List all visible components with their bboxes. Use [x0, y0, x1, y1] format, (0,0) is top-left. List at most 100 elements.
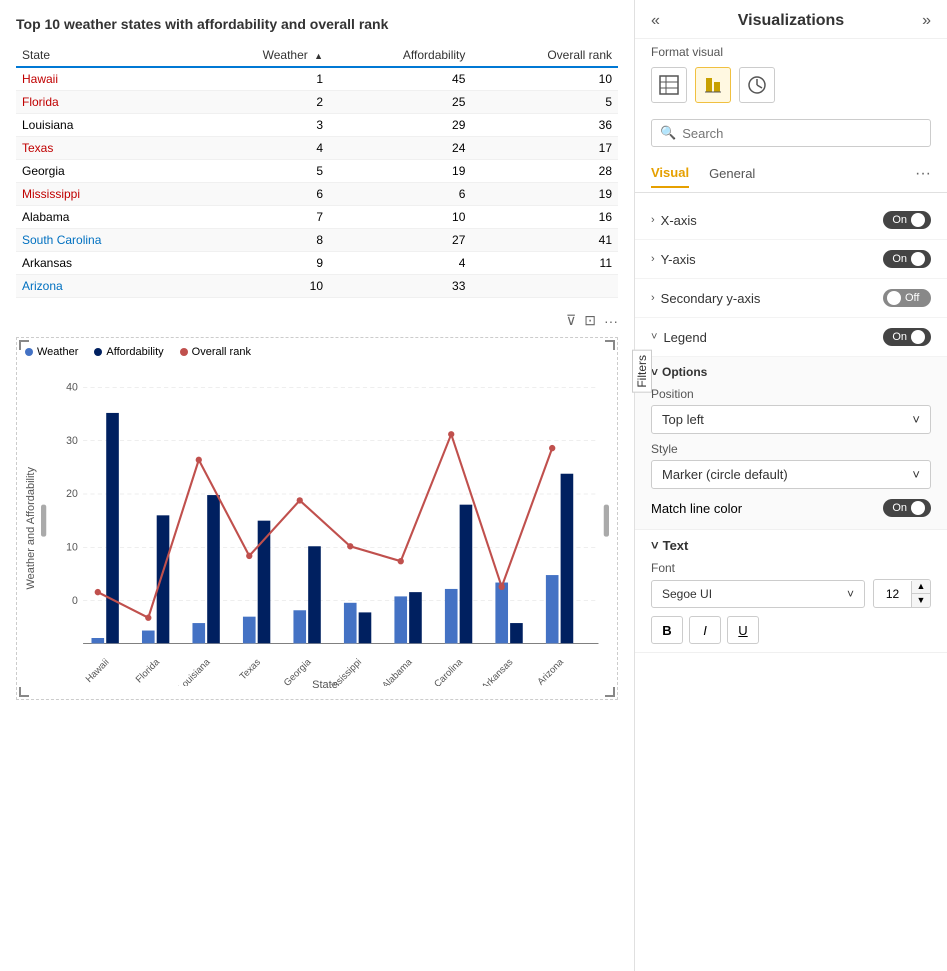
viz-icon-table[interactable] — [651, 67, 687, 103]
font-row: Segoe UI ˅ 12 ▲ ▼ — [651, 579, 931, 608]
legend-chevron: ˅ — [651, 331, 657, 343]
affordability-cell: 6 — [329, 183, 471, 206]
resize-handle-bl[interactable] — [19, 687, 29, 697]
left-panel: Top 10 weather states with affordability… — [0, 0, 635, 971]
legend-sub-section: ˅ Options Position Top left ˅ Style Mark… — [635, 357, 947, 530]
weather-cell: 3 — [191, 114, 329, 137]
resize-handle-br[interactable] — [605, 687, 615, 697]
chart-legend: Weather Affordability Overall rank — [25, 346, 609, 358]
font-size-up[interactable]: ▲ — [912, 580, 930, 594]
data-table: State Weather ▲ Affordability Overall ra… — [16, 44, 618, 298]
expand-panel-icon[interactable]: » — [922, 12, 931, 30]
font-dropdown[interactable]: Segoe UI ˅ — [651, 580, 865, 608]
col-state: State — [16, 44, 191, 67]
state-cell: Georgia — [16, 160, 191, 183]
state-cell: Alabama — [16, 206, 191, 229]
font-size-down[interactable]: ▼ — [912, 594, 930, 607]
style-chevron-icon: ˅ — [912, 467, 920, 482]
svg-text:0: 0 — [72, 595, 78, 607]
table-row: Louisiana 3 29 36 — [16, 114, 618, 137]
resize-handle-tr[interactable] — [605, 340, 615, 350]
filters-tab[interactable]: Filters — [632, 350, 652, 393]
xaxis-toggle[interactable]: On — [883, 211, 931, 229]
viz-type-icons — [635, 63, 947, 111]
style-dropdown[interactable]: Marker (circle default) ˅ — [651, 460, 931, 489]
table-row: Alabama 7 10 16 — [16, 206, 618, 229]
secondary-yaxis-toggle[interactable]: Off — [883, 289, 931, 307]
svg-text:Georgia: Georgia — [282, 656, 314, 686]
bold-button[interactable]: B — [651, 616, 683, 644]
legend-label: Legend — [663, 330, 706, 345]
table-row: South Carolina 8 27 41 — [16, 229, 618, 252]
state-cell: Hawaii — [16, 67, 191, 91]
position-dropdown[interactable]: Top left ˅ — [651, 405, 931, 434]
legend-toggle[interactable]: On — [883, 328, 931, 346]
section-xaxis[interactable]: › X-axis On — [635, 201, 947, 240]
bar-chart-svg: 40 30 20 10 0 — [41, 366, 609, 686]
weather-cell: 1 — [191, 67, 329, 91]
italic-button[interactable]: I — [689, 616, 721, 644]
svg-text:30: 30 — [66, 435, 78, 447]
right-panel: « Visualizations » Format visual 🔍 Visua… — [635, 0, 947, 971]
state-cell: Florida — [16, 91, 191, 114]
more-icon[interactable]: ··· — [604, 313, 618, 329]
weather-cell: 6 — [191, 183, 329, 206]
table-row: Mississippi 6 6 19 — [16, 183, 618, 206]
yaxis-toggle-label: On — [892, 253, 907, 265]
secondary-yaxis-toggle-circle — [887, 291, 901, 305]
weather-cell: 8 — [191, 229, 329, 252]
collapse-icon[interactable]: « — [651, 12, 660, 30]
font-size-arrows: ▲ ▼ — [912, 580, 930, 607]
affordability-cell: 29 — [329, 114, 471, 137]
text-section-title: ˅ Text — [651, 538, 931, 553]
section-yaxis[interactable]: › Y-axis On — [635, 240, 947, 279]
resize-handle-tl[interactable] — [19, 340, 29, 350]
chart-inner: 40 30 20 10 0 — [41, 366, 609, 691]
style-value: Marker (circle default) — [662, 467, 788, 482]
tab-visual[interactable]: Visual — [651, 159, 689, 188]
sort-arrow: ▲ — [314, 51, 323, 61]
chart-title: Top 10 weather states with affordability… — [16, 16, 618, 32]
chart-container: Weather and Affordability 40 30 20 10 0 — [25, 366, 609, 691]
expand-icon[interactable]: ⊡ — [584, 312, 596, 329]
state-cell: Louisiana — [16, 114, 191, 137]
affordability-cell: 33 — [329, 275, 471, 298]
yaxis-toggle-circle — [911, 252, 925, 266]
xaxis-chevron: › — [651, 214, 655, 226]
rank-cell: 17 — [471, 137, 618, 160]
rank-cell: 41 — [471, 229, 618, 252]
svg-text:Alabama: Alabama — [380, 656, 415, 686]
rank-cell: 5 — [471, 91, 618, 114]
weather-cell: 9 — [191, 252, 329, 275]
affordability-cell: 19 — [329, 160, 471, 183]
underline-button[interactable]: U — [727, 616, 759, 644]
legend-overall-rank-label: Overall rank — [192, 346, 251, 358]
legend-weather: Weather — [25, 346, 78, 358]
section-secondary-yaxis[interactable]: › Secondary y-axis Off — [635, 279, 947, 318]
section-legend[interactable]: ˅ Legend On — [635, 318, 947, 357]
secondary-yaxis-label: Secondary y-axis — [661, 291, 761, 306]
options-chevron: ˅ — [651, 365, 658, 379]
affordability-cell: 10 — [329, 206, 471, 229]
filter-icon[interactable]: ⊽ — [566, 312, 576, 329]
text-section: ˅ Text Font Segoe UI ˅ 12 ▲ ▼ B — [635, 530, 947, 653]
affordability-dot — [94, 348, 102, 356]
yaxis-toggle[interactable]: On — [883, 250, 931, 268]
font-label: Font — [651, 561, 931, 575]
svg-text:40: 40 — [66, 381, 78, 393]
affordability-cell: 27 — [329, 229, 471, 252]
svg-text:20: 20 — [66, 488, 78, 500]
tab-more[interactable]: ··· — [915, 165, 931, 183]
svg-text:Hawaii: Hawaii — [84, 657, 112, 685]
col-affordability: Affordability — [329, 44, 471, 67]
search-input[interactable] — [682, 126, 922, 141]
viz-title: Visualizations — [738, 12, 844, 30]
match-line-toggle-label: On — [892, 502, 907, 514]
tab-general[interactable]: General — [709, 160, 755, 187]
viz-icon-format[interactable] — [695, 67, 731, 103]
viz-icon-analytics[interactable] — [739, 67, 775, 103]
font-value: Segoe UI — [662, 587, 712, 601]
search-box[interactable]: 🔍 — [651, 119, 931, 147]
match-line-toggle[interactable]: On — [883, 499, 931, 517]
rank-cell: 10 — [471, 67, 618, 91]
